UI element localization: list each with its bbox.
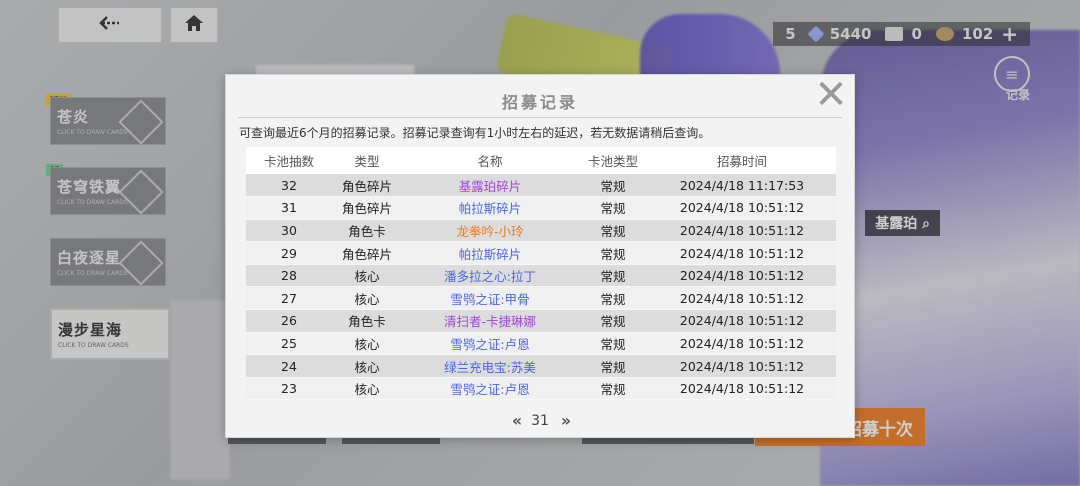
cell-count: 28 (246, 264, 332, 287)
cell-time: 2024/4/18 10:51:12 (648, 219, 836, 242)
next-page-button[interactable]: ›› (561, 411, 571, 430)
table-row: 24 核心 绿兰充电宝:苏美 常规 2024/4/18 10:51:12 (246, 354, 836, 378)
table-row: 28 核心 潘多拉之心:拉丁 常规 2024/4/18 10:51:12 (246, 264, 836, 287)
column-header-type: 类型 (332, 147, 402, 174)
table-row: 26 角色卡 清扫者-卡捷琳娜 常规 2024/4/18 10:51:12 (246, 309, 836, 333)
cell-pool: 常规 (578, 196, 648, 220)
prev-page-button[interactable]: ‹‹ (512, 411, 522, 430)
cell-name: 潘多拉之心:拉丁 (402, 264, 578, 287)
cell-pool: 常规 (578, 354, 648, 378)
cell-count: 26 (246, 309, 332, 333)
cell-name: 帕拉斯碎片 (402, 241, 578, 265)
table-row: 31 角色碎片 帕拉斯碎片 常规 2024/4/18 10:51:12 (246, 196, 836, 220)
title-divider (238, 117, 842, 118)
cell-count: 29 (246, 241, 332, 265)
cell-count: 23 (246, 377, 332, 400)
table-header-row: 卡池抽数 类型 名称 卡池类型 招募时间 (246, 147, 836, 174)
cell-time: 2024/4/18 10:51:12 (648, 264, 836, 287)
cell-pool: 常规 (578, 332, 648, 355)
cell-pool: 常规 (578, 286, 648, 310)
cell-type: 核心 (332, 377, 402, 400)
cell-time: 2024/4/18 10:51:12 (648, 309, 836, 333)
table-row: 32 角色碎片 基露珀碎片 常规 2024/4/18 11:17:53 (246, 174, 836, 197)
cell-type: 角色卡 (332, 219, 402, 242)
table-row: 29 角色碎片 帕拉斯碎片 常规 2024/4/18 10:51:12 (246, 241, 836, 265)
cell-pool: 常规 (578, 219, 648, 242)
modal-title: 招募记录 (501, 93, 578, 112)
cell-pool: 常规 (578, 309, 648, 333)
cell-name: 绿兰充电宝:苏美 (402, 354, 578, 378)
cell-type: 核心 (332, 332, 402, 355)
cell-pool: 常规 (578, 264, 648, 287)
cell-time: 2024/4/18 11:17:53 (648, 174, 836, 197)
cell-type: 角色碎片 (332, 174, 402, 197)
records-body: 32 角色碎片 基露珀碎片 常规 2024/4/18 11:17:53 31 角色碎片 帕拉斯… (246, 174, 836, 400)
cell-name: 龙拳吟-小玲 (402, 219, 578, 242)
cell-type: 核心 (332, 264, 402, 287)
cell-name: 基露珀碎片 (402, 174, 578, 197)
cell-count: 30 (246, 219, 332, 242)
cell-time: 2024/4/18 10:51:12 (648, 286, 836, 310)
cell-type: 核心 (332, 354, 402, 378)
cell-pool: 常规 (578, 377, 648, 400)
cell-count: 32 (246, 174, 332, 197)
cell-name: 雪鸮之证:卢恩 (402, 377, 578, 400)
cell-time: 2024/4/18 10:51:12 (648, 354, 836, 378)
cell-time: 2024/4/18 10:51:12 (648, 241, 836, 265)
cell-count: 31 (246, 196, 332, 220)
cell-name: 帕拉斯碎片 (402, 196, 578, 220)
cell-count: 24 (246, 354, 332, 378)
recruit-records-modal: 招募记录 ✕ 可查询最近6个月的招募记录。招募记录查询有1小时左右的延迟，若无数… (225, 74, 855, 438)
cell-name: 清扫者-卡捷琳娜 (402, 309, 578, 333)
column-header-count: 卡池抽数 (246, 147, 332, 174)
table-row: 25 核心 雪鸮之证:卢恩 常规 2024/4/18 10:51:12 (246, 332, 836, 355)
close-button[interactable]: ✕ (812, 75, 850, 115)
cell-time: 2024/4/18 10:51:12 (648, 377, 836, 400)
table-row: 27 核心 雪鸮之证:甲骨 常规 2024/4/18 10:51:12 (246, 286, 836, 310)
records-notice: 可查询最近6个月的招募记录。招募记录查询有1小时左右的延迟，若无数据请稍后查询。 (239, 126, 711, 140)
cell-count: 25 (246, 332, 332, 355)
cell-pool: 常规 (578, 241, 648, 265)
cell-name: 雪鸮之证:卢恩 (402, 332, 578, 355)
table-row: 30 角色卡 龙拳吟-小玲 常规 2024/4/18 10:51:12 (246, 219, 836, 242)
cell-type: 角色卡 (332, 309, 402, 333)
cell-name: 雪鸮之证:甲骨 (402, 286, 578, 310)
column-header-name: 名称 (402, 147, 578, 174)
current-page: 31 (531, 412, 549, 429)
cell-type: 角色碎片 (332, 241, 402, 265)
cell-count: 27 (246, 286, 332, 310)
table-row: 23 核心 雪鸮之证:卢恩 常规 2024/4/18 10:51:12 (246, 377, 836, 400)
cell-time: 2024/4/18 10:51:12 (648, 332, 836, 355)
cell-pool: 常规 (578, 174, 648, 197)
cell-type: 角色碎片 (332, 196, 402, 220)
close-icon: ✕ (814, 72, 848, 118)
cell-time: 2024/4/18 10:51:12 (648, 196, 836, 220)
cell-type: 核心 (332, 286, 402, 310)
column-header-time: 招募时间 (648, 147, 836, 174)
column-header-pool: 卡池类型 (578, 147, 648, 174)
pagination: ‹‹ 31 ›› (226, 411, 854, 430)
records-table: 卡池抽数 类型 名称 卡池类型 招募时间 32 角色碎片 基露珀碎片 常规 2024/4… (246, 147, 836, 400)
